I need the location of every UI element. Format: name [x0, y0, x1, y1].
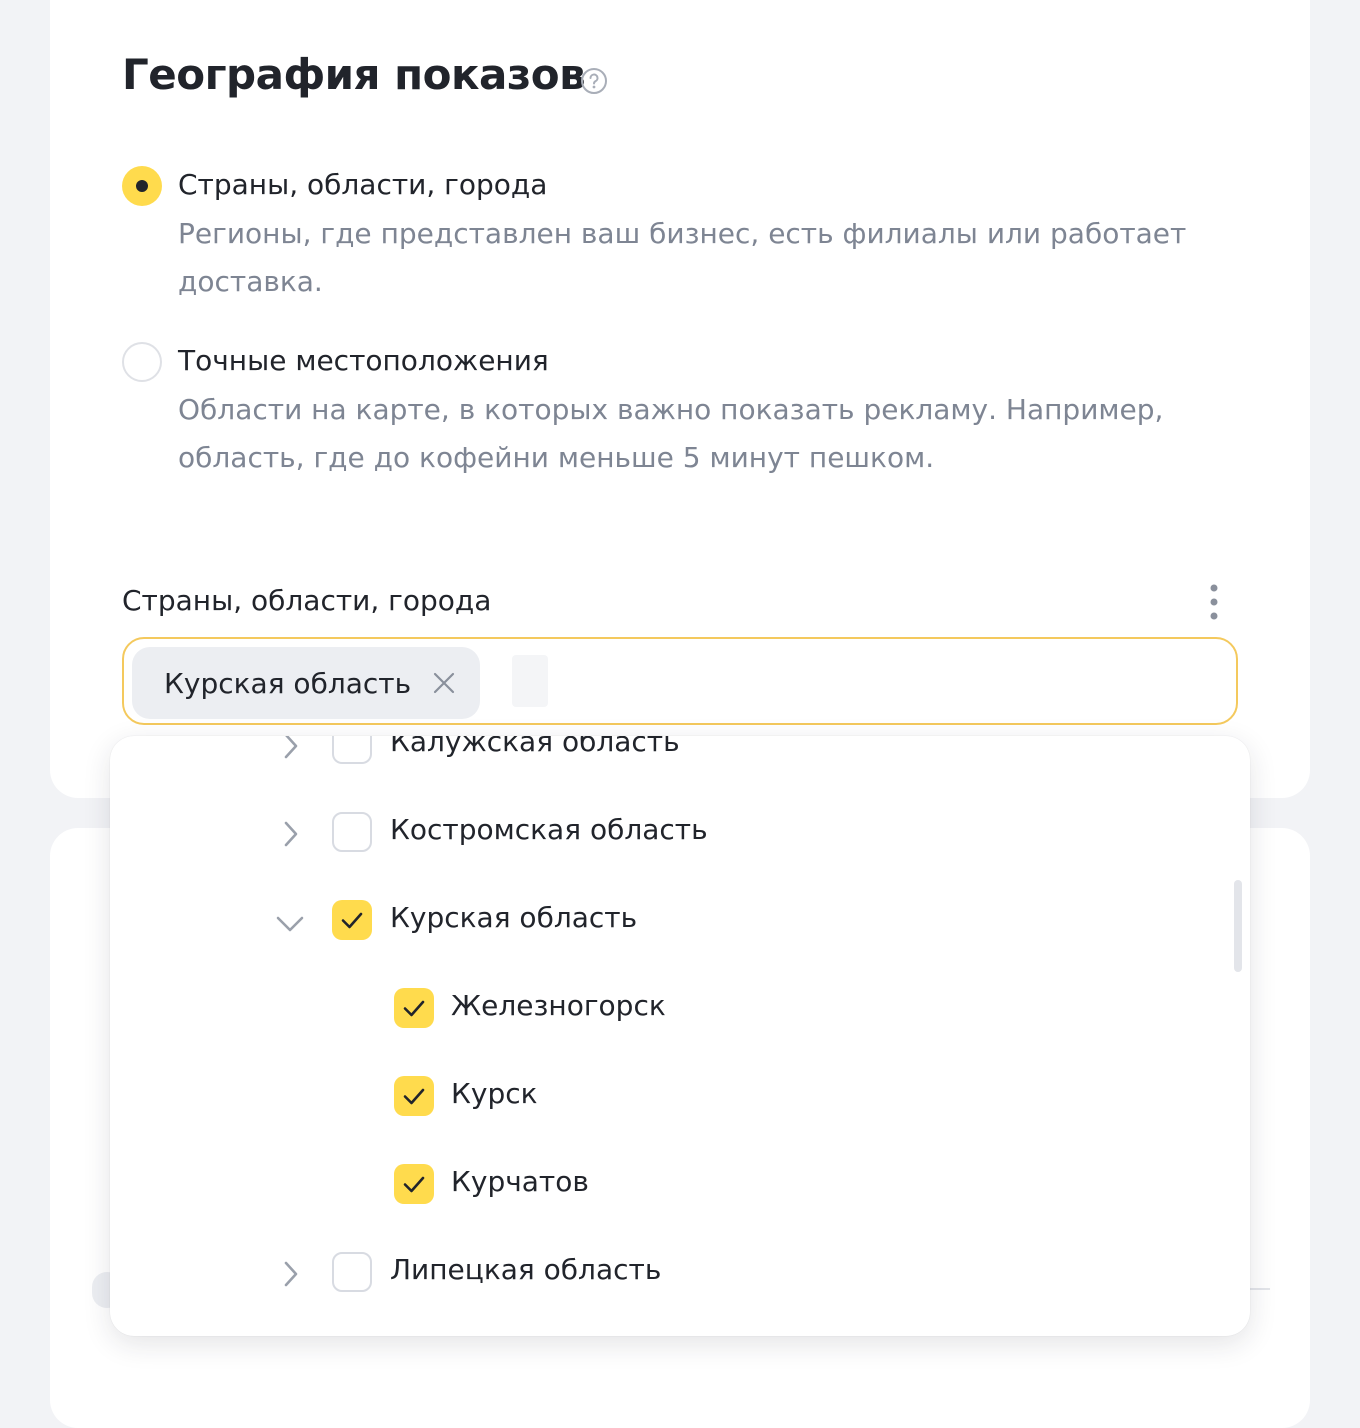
- check-icon: [403, 1088, 425, 1105]
- tree-row[interactable]: Костромская область: [110, 788, 1250, 876]
- option-exact-locations-description: Области на карте, в которых важно показа…: [178, 393, 1164, 474]
- checkbox-checked[interactable]: [394, 1164, 434, 1204]
- checkbox[interactable]: [332, 812, 372, 852]
- tree-row-label: Липецкая область: [390, 1253, 662, 1286]
- tree-row-label: Курская область: [390, 901, 638, 934]
- chip-label: Курская область: [164, 666, 412, 700]
- regions-select-input[interactable]: Курская область: [122, 637, 1238, 725]
- checkbox-checked[interactable]: [394, 1076, 434, 1116]
- option-regions-description: Регионы, где представлен ваш бизнес, ест…: [178, 217, 1187, 298]
- check-icon: [341, 912, 363, 929]
- question-circle-icon[interactable]: [580, 67, 608, 95]
- tree-row-label: Курск: [451, 1077, 538, 1110]
- close-icon[interactable]: [432, 671, 456, 695]
- page-title: География показов: [122, 50, 586, 99]
- dropdown-scrollbar[interactable]: [1234, 880, 1242, 972]
- checkbox[interactable]: [332, 736, 372, 764]
- check-icon: [403, 1000, 425, 1017]
- background-divider: [1250, 1288, 1270, 1290]
- tree-row[interactable]: Курская область: [110, 876, 1250, 964]
- chevron-down-icon[interactable]: [272, 906, 308, 942]
- chevron-right-icon[interactable]: [274, 736, 310, 764]
- option-exact-locations-label[interactable]: Точные местоположения: [178, 344, 549, 377]
- option-regions-label[interactable]: Страны, области, города: [178, 168, 547, 201]
- regions-field-label: Страны, области, города: [122, 584, 492, 617]
- more-vertical-icon[interactable]: [1200, 582, 1228, 622]
- check-icon: [403, 1176, 425, 1193]
- tree-row-label: Калужская область: [390, 736, 680, 758]
- radio-exact-locations[interactable]: [122, 342, 162, 382]
- regions-dropdown: Калужская область Костромская область Ку…: [110, 736, 1250, 1336]
- checkbox[interactable]: [332, 1252, 372, 1292]
- tree-row[interactable]: Калужская область: [110, 736, 1250, 788]
- chevron-right-icon[interactable]: [274, 816, 310, 852]
- tree-row-child[interactable]: Железногорск: [110, 964, 1250, 1052]
- tree-row-label: Костромская область: [390, 813, 708, 846]
- tree-row-child[interactable]: Курчатов: [110, 1140, 1250, 1228]
- text-cursor-area[interactable]: [512, 655, 548, 707]
- chevron-right-icon[interactable]: [274, 1256, 310, 1292]
- checkbox-checked[interactable]: [332, 900, 372, 940]
- checkbox-checked[interactable]: [394, 988, 434, 1028]
- tree-row-label: Железногорск: [451, 989, 666, 1022]
- selected-region-chip: Курская область: [132, 647, 480, 719]
- radio-regions[interactable]: [122, 166, 162, 206]
- tree-row[interactable]: Липецкая область: [110, 1228, 1250, 1316]
- tree-row-label: Курчатов: [451, 1165, 589, 1198]
- tree-row-child[interactable]: Курск: [110, 1052, 1250, 1140]
